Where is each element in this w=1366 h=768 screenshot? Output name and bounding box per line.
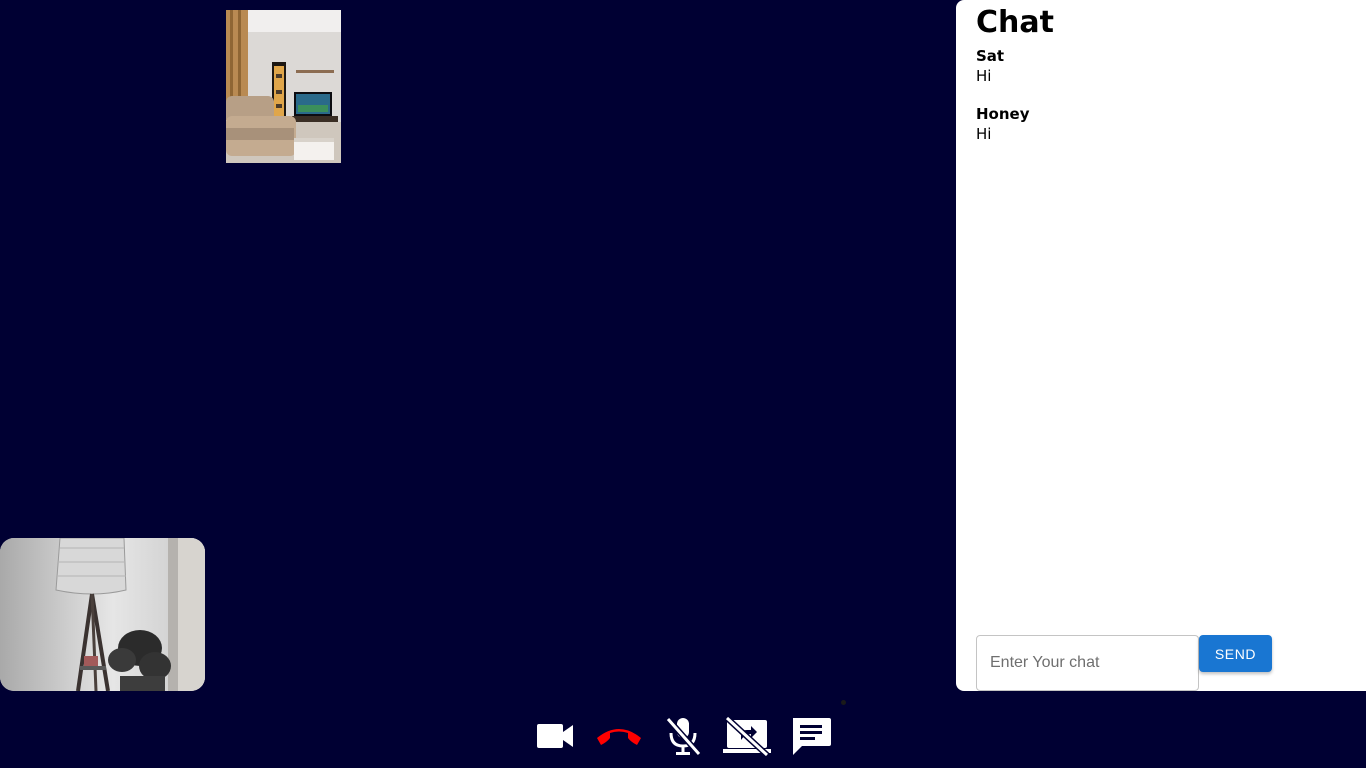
chat-input-row: SEND <box>976 635 1272 691</box>
video-call-stage: Chat Sat Hi Honey Hi SEND <box>0 0 1366 768</box>
local-video-tile <box>0 538 205 691</box>
mic-off-icon <box>665 717 701 756</box>
chat-input[interactable] <box>976 635 1199 691</box>
toggle-screen-share-button[interactable] <box>722 712 772 760</box>
chat-panel: Chat Sat Hi Honey Hi SEND <box>956 0 1366 691</box>
toggle-mic-button[interactable] <box>658 712 708 760</box>
screen-share-off-icon <box>723 716 771 756</box>
chat-icon <box>793 718 831 755</box>
call-end-icon <box>597 729 641 745</box>
videocam-icon <box>537 724 573 748</box>
remote-video-frame <box>226 10 341 163</box>
chat-notification-dot <box>841 700 846 705</box>
local-video-frame <box>0 538 205 691</box>
chat-title: Chat <box>976 5 1054 40</box>
chat-message-sender: Sat <box>976 47 1005 65</box>
remote-video-tile <box>226 10 341 163</box>
end-call-button[interactable] <box>594 712 644 760</box>
chat-message-sender: Honey <box>976 105 1030 123</box>
toggle-video-button[interactable] <box>530 712 580 760</box>
send-button[interactable]: SEND <box>1199 635 1272 672</box>
chat-message-text: Hi <box>976 125 992 143</box>
chat-message-text: Hi <box>976 67 992 85</box>
chat-message: Sat Hi <box>976 46 1346 86</box>
chat-message: Honey Hi <box>976 104 1346 144</box>
call-controls <box>530 712 850 760</box>
toggle-chat-button[interactable] <box>786 712 836 760</box>
